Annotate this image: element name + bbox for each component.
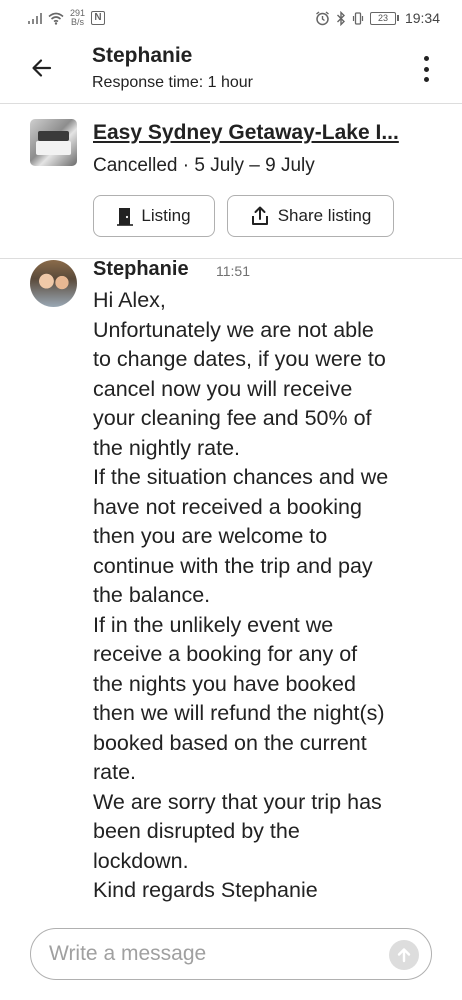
send-button[interactable] <box>389 940 419 970</box>
message-line: booked based on the current <box>93 730 367 755</box>
signal-icon <box>28 12 42 24</box>
back-button[interactable] <box>28 54 56 82</box>
message-line: lockdown. <box>93 848 189 873</box>
listing-actions: Listing Share listing <box>93 195 394 237</box>
bluetooth-icon <box>336 10 345 26</box>
alarm-icon <box>316 10 329 25</box>
battery-icon: 23 <box>369 11 399 25</box>
more-options-button[interactable] <box>420 56 432 82</box>
conversation-header: Stephanie Response time: 1 hour <box>0 36 462 104</box>
message-line: receive a booking for any of <box>93 642 358 666</box>
message-line: then you are welcome to <box>93 524 328 548</box>
status-left: 291 B/s N <box>28 9 106 27</box>
listing-card: Easy Sydney Getaway-Lake I... Cancelled … <box>0 105 462 259</box>
message-line: If the situation chances and we <box>93 465 389 489</box>
message-line: Unfortunately we are not able <box>93 317 374 342</box>
share-icon <box>251 206 268 225</box>
arrow-left-icon <box>32 59 52 77</box>
message-line: your cleaning fee and 50% of <box>93 406 372 430</box>
wifi-icon <box>48 12 64 25</box>
avatar[interactable] <box>30 260 77 307</box>
listing-button[interactable]: Listing <box>93 195 215 237</box>
nfc-icon: N <box>91 11 106 25</box>
listing-thumbnail[interactable] <box>30 119 77 166</box>
message-input[interactable] <box>49 939 369 969</box>
message-line: to change dates, if you were to <box>93 347 386 371</box>
message-line: We are sorry that your trip has <box>93 789 382 814</box>
message-line: If in the unlikely event we <box>93 612 334 637</box>
message-sender: Stephanie <box>93 258 189 280</box>
message-body: Hi Alex, Unfortunately we are not able t… <box>93 286 438 906</box>
more-dot-icon <box>423 56 429 61</box>
listing-title-link[interactable]: Easy Sydney Getaway-Lake I... <box>93 121 438 145</box>
message-line: have not received a booking <box>93 494 362 519</box>
message-line: the nightly rate. <box>93 435 241 460</box>
battery-level: 23 <box>369 11 396 25</box>
network-speed-unit: B/s <box>71 17 85 27</box>
more-dot-icon <box>423 66 429 72</box>
response-time: Response time: 1 hour <box>92 74 253 91</box>
message-line: the nights you have booked <box>93 671 356 696</box>
message-line: continue with the trip and pay <box>93 553 373 578</box>
message-line: the balance. <box>93 583 211 607</box>
message-time: 11:51 <box>216 263 250 279</box>
more-dot-icon <box>423 77 429 82</box>
message-line: Hi Alex, <box>93 288 166 312</box>
share-listing-button[interactable]: Share listing <box>227 195 394 237</box>
status-bar: 291 B/s N 23 19:34 <box>0 0 462 36</box>
share-button-label: Share listing <box>277 206 372 225</box>
network-speed: 291 B/s <box>70 9 85 27</box>
message-composer <box>30 928 432 980</box>
message-line: Kind regards Stephanie <box>93 878 318 902</box>
vibrate-icon <box>352 11 364 25</box>
door-icon <box>117 207 134 226</box>
message-line: rate. <box>93 760 137 784</box>
reservation-status: Cancelled · 5 July – 9 July <box>93 155 315 176</box>
message-line: been disrupted by the <box>93 819 300 843</box>
message-line: then we will refund the night(s) <box>93 701 385 725</box>
status-time: 19:34 <box>404 10 440 26</box>
listing-button-label: Listing <box>141 206 191 225</box>
status-right: 23 19:34 <box>315 10 440 26</box>
host-name: Stephanie <box>92 44 193 67</box>
arrow-up-icon <box>397 948 411 963</box>
message-line: cancel now you will receive <box>93 376 353 401</box>
